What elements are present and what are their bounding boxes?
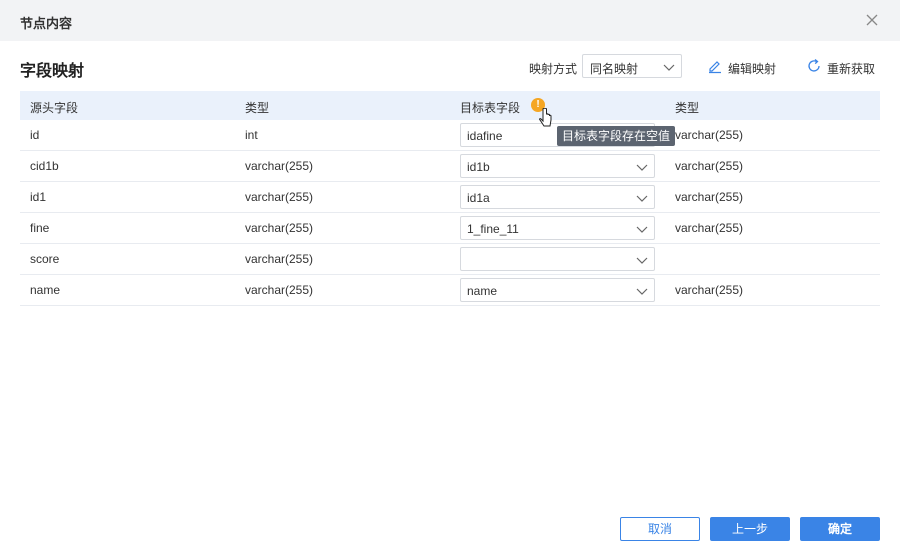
chevron-down-icon [636,285,648,297]
chevron-down-icon [636,254,648,266]
target-type: varchar(255) [675,283,744,297]
target-field-value: idafine [467,129,503,143]
cancel-button[interactable]: 取消 [620,517,700,541]
edit-icon [707,58,723,74]
source-type: varchar(255) [245,283,314,297]
section-title: 字段映射 [20,63,85,80]
source-type: varchar(255) [245,159,314,173]
target-type: varchar(255) [675,128,744,142]
source-type: varchar(255) [245,221,314,235]
col-source-type: 类型 [245,101,270,115]
map-mode-value: 同名映射 [590,62,639,76]
target-field-value: name [467,284,498,298]
table-row: cid1b varchar(255) id1b varchar(255) [20,151,880,182]
chevron-down-icon [663,61,675,73]
col-source-field: 源头字段 [30,101,79,115]
source-field: name [30,283,61,297]
source-field: fine [30,221,50,235]
edit-mapping-label: 编辑映射 [728,62,777,76]
mouse-cursor-icon [538,107,554,130]
refresh-icon [806,58,822,74]
source-type: varchar(255) [245,190,314,204]
target-type: varchar(255) [675,221,744,235]
source-field: id1 [30,190,47,204]
map-mode-label: 映射方式 [529,62,578,76]
previous-step-button[interactable]: 上一步 [710,517,790,541]
source-field: id [30,128,40,142]
target-field-value: id1a [467,191,490,205]
target-field-select[interactable]: id1b [460,154,655,178]
target-field-value: 1_fine_11 [467,222,519,236]
source-type: int [245,128,258,142]
col-target-type: 类型 [675,101,700,115]
target-field-select[interactable]: name [460,278,655,302]
source-field: score [30,252,60,266]
col-target-field: 目标表字段 [460,101,521,115]
chevron-down-icon [636,223,648,235]
refresh-label: 重新获取 [827,62,876,76]
target-type: varchar(255) [675,159,744,173]
close-icon[interactable] [864,12,880,28]
target-field-value: id1b [467,160,490,174]
map-mode-select[interactable]: 同名映射 [582,54,682,78]
source-type: varchar(255) [245,252,314,266]
source-field: cid1b [30,159,59,173]
target-field-select[interactable] [460,247,655,271]
warning-tooltip: 目标表字段存在空值 [557,126,676,146]
table-header: 源头字段 类型 目标表字段 ! 类型 [20,91,880,120]
dialog-title: 节点内容 [20,16,73,31]
table-row: name varchar(255) name varchar(255) [20,275,880,306]
table-row: fine varchar(255) 1_fine_11 varchar(255) [20,213,880,244]
target-type: varchar(255) [675,190,744,204]
target-field-select[interactable]: id1a [460,185,655,209]
chevron-down-icon [636,192,648,204]
table-row: id1 varchar(255) id1a varchar(255) [20,182,880,213]
table-row: id int idafine varchar(255) [20,120,880,151]
confirm-button[interactable]: 确定 [800,517,880,541]
dialog-header: 节点内容 [0,0,900,41]
table-row: score varchar(255) [20,244,880,275]
target-field-select[interactable]: 1_fine_11 [460,216,655,240]
mapping-table: 源头字段 类型 目标表字段 ! 类型 id int idafine varcha… [20,91,880,306]
chevron-down-icon [636,161,648,173]
